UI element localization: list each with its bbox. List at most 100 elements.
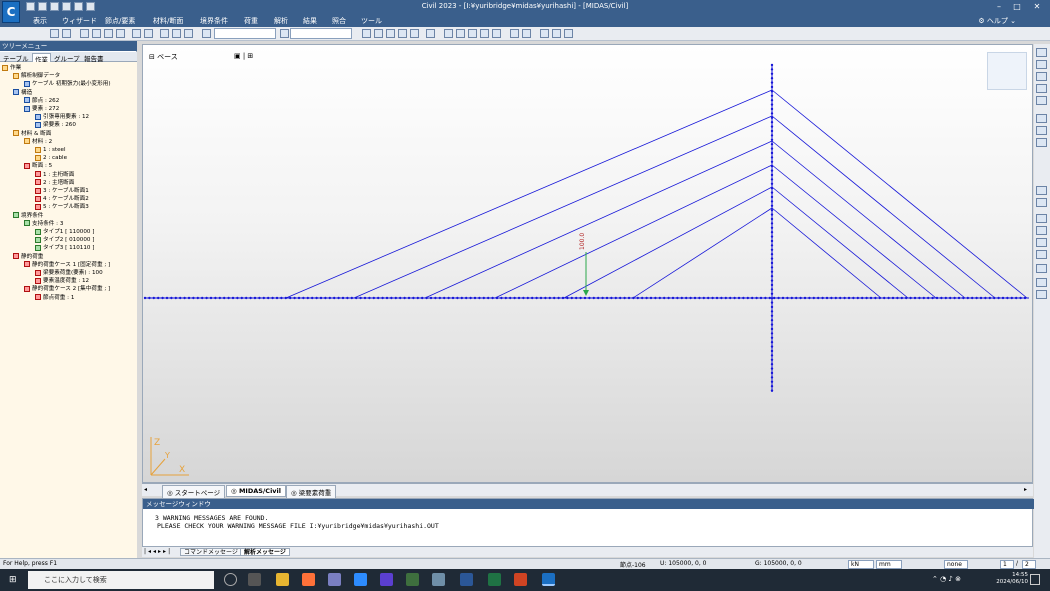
tree-item[interactable]: 2 : 主塔断面 xyxy=(35,179,74,187)
app-icon-4[interactable] xyxy=(432,573,445,586)
minimize-icon[interactable]: – xyxy=(992,1,1006,13)
view-front-icon[interactable] xyxy=(1036,214,1047,223)
app-icon-2[interactable] xyxy=(380,573,393,586)
maximize-icon[interactable]: □ xyxy=(1010,1,1024,13)
tree-item[interactable]: 解析制御データ xyxy=(13,72,60,80)
toolbar-icon-20[interactable] xyxy=(444,29,453,38)
tree-item[interactable]: 要素温度荷重 : 12 xyxy=(35,277,89,285)
tab-scroll-right-icon[interactable]: ▸ xyxy=(1024,486,1027,493)
menu-load[interactable]: 荷重 xyxy=(244,16,258,26)
toolbar-icon-21[interactable] xyxy=(456,29,465,38)
tree-item[interactable]: タイプ2 [ 010000 ] xyxy=(35,236,94,244)
toolbar-icon-22[interactable] xyxy=(468,29,477,38)
menu-view[interactable]: 表示 xyxy=(33,16,47,26)
toolbar-icon-6[interactable] xyxy=(116,29,125,38)
windows-start-icon[interactable]: ⊞ xyxy=(9,575,19,585)
page-input[interactable]: 1 xyxy=(1000,560,1014,569)
display-icon[interactable] xyxy=(1036,186,1047,195)
toolbar-icon-14[interactable] xyxy=(362,29,371,38)
toolbar-icon-19[interactable] xyxy=(426,29,435,38)
tab-start-page[interactable]: ◎ スタートページ xyxy=(162,485,226,499)
toolbar-icon-3[interactable] xyxy=(80,29,89,38)
tree-item[interactable]: タイプ1 [ 110000 ] xyxy=(35,228,94,236)
pan-icon[interactable] xyxy=(1036,114,1047,123)
tree-item[interactable]: 断面 : 5 xyxy=(24,162,52,170)
toolbar-select-1[interactable] xyxy=(214,28,276,39)
zoom-out-icon[interactable] xyxy=(1036,84,1047,93)
tree-item[interactable]: 梁要素 : 260 xyxy=(35,121,76,129)
tree-item[interactable]: 支持条件 : 3 xyxy=(24,220,63,228)
pages-input[interactable]: 2 xyxy=(1022,560,1036,569)
excel-icon[interactable] xyxy=(488,573,501,586)
rotate-icon[interactable] xyxy=(1036,126,1047,135)
tab-scroll-left-icon[interactable]: ◂ xyxy=(144,486,147,493)
taskbar-clock[interactable]: 14:55 2024/06/10 xyxy=(996,572,1028,586)
zoom-in-icon[interactable] xyxy=(1036,72,1047,81)
toolbar-icon-17[interactable] xyxy=(398,29,407,38)
menu-material-section[interactable]: 材料/断面 xyxy=(153,16,183,26)
view-side-icon[interactable] xyxy=(1036,238,1047,247)
tab-midas-civil[interactable]: ◎ MIDAS/Civil xyxy=(226,485,286,497)
tree-item[interactable]: ケーブル 初期張力(最小変形用) xyxy=(24,80,111,88)
tree-item[interactable]: 作業 xyxy=(2,64,21,72)
toolbar-icon-1[interactable] xyxy=(50,29,59,38)
tree-item[interactable]: 静的荷重ケース 1 [固定荷重 ; ] xyxy=(24,261,110,269)
powerpoint-icon[interactable] xyxy=(514,573,527,586)
tree-item[interactable]: 構造 xyxy=(13,89,32,97)
task-view-icon[interactable] xyxy=(248,573,261,586)
tree-item[interactable]: 材料 : 2 xyxy=(24,138,52,146)
toolbar-icon-4[interactable] xyxy=(92,29,101,38)
midas-civil-taskbar-icon[interactable] xyxy=(542,573,555,586)
view-top-icon[interactable] xyxy=(1036,226,1047,235)
system-tray-icons[interactable]: ⌃ ◔ ♪ ⊗ xyxy=(932,575,961,583)
model-viewport[interactable]: ⊟ ベース ▣ | ⊞ 100.0 X Z Y xyxy=(142,44,1033,483)
menu-check[interactable]: 照合 xyxy=(332,16,346,26)
tree-item[interactable]: 梁要素荷重(要素) : 100 xyxy=(35,269,103,277)
toolbar-icon-9[interactable] xyxy=(160,29,169,38)
move-icon[interactable] xyxy=(1036,138,1047,147)
toolbar-icon-8[interactable] xyxy=(144,29,153,38)
toolbar-icon-25[interactable] xyxy=(510,29,519,38)
toolbar-icon-5[interactable] xyxy=(104,29,113,38)
zoom-icon[interactable] xyxy=(1036,48,1047,57)
toolbar-icon-27[interactable] xyxy=(540,29,549,38)
toolbar-icon-12[interactable] xyxy=(202,29,211,38)
tree-item[interactable]: 2 : cable xyxy=(35,154,67,162)
menu-tools[interactable]: ツール xyxy=(361,16,382,26)
help-menu[interactable]: ⚙ ヘルプ ⌄ xyxy=(978,16,1016,26)
word-icon[interactable] xyxy=(460,573,473,586)
toolbar-icon-29[interactable] xyxy=(564,29,573,38)
tree-item[interactable]: 引張専用要素 : 12 xyxy=(35,113,89,121)
firefox-icon[interactable] xyxy=(302,573,315,586)
none-select[interactable]: none xyxy=(944,560,968,569)
length-unit-select[interactable]: mm xyxy=(876,560,902,569)
tree-item[interactable]: 1 : 主桁断面 xyxy=(35,171,74,179)
taskbar-search-box[interactable]: ここに入力して検索 xyxy=(28,571,214,589)
menu-wizard[interactable]: ウィザード xyxy=(62,16,97,26)
tree-item[interactable]: 材料 & 断面 xyxy=(13,130,51,138)
tree-item[interactable]: 1 : steel xyxy=(35,146,66,154)
zoom-app-icon[interactable] xyxy=(354,573,367,586)
tree-item[interactable]: 5 : ケーブル断面3 xyxy=(35,203,89,211)
toolbar-icon-13[interactable] xyxy=(280,29,289,38)
menu-results[interactable]: 結果 xyxy=(303,16,317,26)
tree-item[interactable]: 節点荷重 : 1 xyxy=(35,294,74,302)
filter-icon[interactable] xyxy=(1036,278,1047,287)
menu-node-element[interactable]: 節点/要素 xyxy=(105,16,135,26)
tab-command-message[interactable]: コマンドメッセージ xyxy=(180,548,242,556)
menu-analysis[interactable]: 解析 xyxy=(274,16,288,26)
tree-item[interactable]: 境界条件 xyxy=(13,212,43,220)
tree-item[interactable]: 4 : ケーブル断面2 xyxy=(35,195,89,203)
zoom-window-icon[interactable] xyxy=(1036,60,1047,69)
menu-boundary[interactable]: 境界条件 xyxy=(200,16,228,26)
cortana-icon[interactable] xyxy=(224,573,237,586)
toolbar-icon-24[interactable] xyxy=(492,29,501,38)
toolbar-select-2[interactable] xyxy=(290,28,352,39)
force-unit-select[interactable]: kN xyxy=(848,560,874,569)
file-explorer-icon[interactable] xyxy=(276,573,289,586)
app-icon-3[interactable] xyxy=(406,573,419,586)
render-icon[interactable] xyxy=(1036,198,1047,207)
toolbar-icon-15[interactable] xyxy=(374,29,383,38)
tree-item[interactable]: 要素 : 272 xyxy=(24,105,59,113)
toolbar-icon-23[interactable] xyxy=(480,29,489,38)
